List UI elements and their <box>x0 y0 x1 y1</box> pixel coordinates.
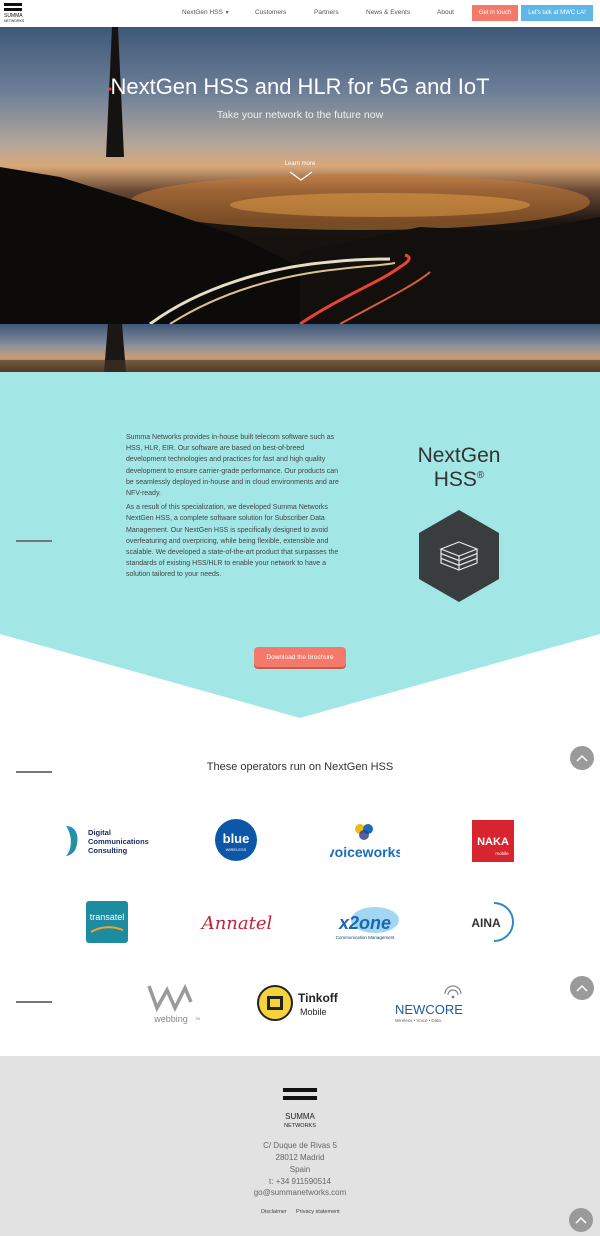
svg-text:Consulting: Consulting <box>88 846 128 855</box>
logo-naka-mobile: NAKA mobile <box>471 819 515 863</box>
svg-text:NAKA: NAKA <box>477 836 509 848</box>
section-divider <box>16 540 52 542</box>
logo-transatel: transatel <box>85 900 129 944</box>
scroll-top-button[interactable] <box>569 1208 593 1232</box>
logo-voiceworks: voiceworks <box>327 820 403 862</box>
footer-logo[interactable] <box>283 1088 317 1104</box>
chevron-up-icon <box>575 1216 587 1224</box>
footer-disclaimer-link[interactable]: Disclaimer <box>261 1209 287 1215</box>
logo-newcore: NEWCORE Wireless • Voice • Data <box>393 984 467 1024</box>
svg-text:Tinkoff: Tinkoff <box>298 991 339 1005</box>
intro-text: Summa Networks provides in-house built t… <box>126 434 339 579</box>
hero-title: NextGen HSS and HLR for 5G and IoT <box>110 74 490 99</box>
footer-privacy-link[interactable]: Privacy statement <box>296 1209 340 1215</box>
scroll-top-button[interactable] <box>570 746 594 770</box>
learn-more-link[interactable]: Learn more <box>0 161 600 167</box>
svg-text:TM: TM <box>195 1017 200 1021</box>
svg-text:webbing: webbing <box>153 1014 188 1024</box>
top-nav: SUMMA NETWORKS NextGen HSS ▼ Customers P… <box>0 0 600 27</box>
product-subtitle: HSS® <box>433 468 485 491</box>
svg-text:WIRELESS: WIRELESS <box>226 847 247 852</box>
intro-section: Summa Networks provides in-house built t… <box>0 372 600 722</box>
svg-text:transatel: transatel <box>90 912 125 922</box>
logo-digital-communications-consulting: Digital Communications Consulting <box>64 822 154 858</box>
hero-strip-image <box>0 324 600 372</box>
svg-text:Communications: Communications <box>88 837 149 846</box>
nav-item-customers[interactable]: Customers <box>255 9 286 16</box>
logo-x2one: x2one Communication Management <box>323 902 407 942</box>
chevron-down-icon: ▼ <box>224 10 230 16</box>
footer-phone[interactable]: t: +34 911590514 <box>0 1177 600 1186</box>
svg-text:x2one: x2one <box>338 913 391 933</box>
chevron-up-icon <box>576 984 588 992</box>
logo-blue-wireless: blue WIRELESS <box>214 818 258 862</box>
svg-text:Mobile: Mobile <box>300 1007 327 1017</box>
section-divider <box>16 771 52 773</box>
nav-item-news-events[interactable]: News & Events <box>366 9 410 16</box>
download-brochure-button[interactable]: Download the brochure <box>254 647 346 667</box>
svg-text:Digital: Digital <box>88 828 111 837</box>
hero-subtitle: Take your network to the future now <box>216 109 384 121</box>
svg-text:Annatel: Annatel <box>200 913 273 934</box>
chevron-down-icon[interactable] <box>289 171 313 181</box>
footer-country: Spain <box>289 1165 311 1174</box>
logo-webbing: webbing TM <box>143 980 203 1026</box>
nav-item-about[interactable]: About <box>437 9 454 16</box>
nav-item-partners[interactable]: Partners <box>314 9 339 16</box>
footer-brand-name: SUMMA <box>285 1112 315 1121</box>
section-divider <box>16 1001 52 1003</box>
footer-address-line2: 28012 Madrid <box>275 1153 325 1162</box>
svg-text:NEWCORE: NEWCORE <box>395 1002 463 1017</box>
svg-text:AINA: AINA <box>471 916 501 930</box>
footer-email[interactable]: go@summanetworks.com <box>0 1188 600 1197</box>
server-stack-icon <box>419 510 499 602</box>
operators-title: These operators run on NextGen HSS <box>206 761 394 773</box>
svg-text:voiceworks: voiceworks <box>330 844 400 860</box>
scroll-top-button[interactable] <box>570 976 594 1000</box>
footer-address-line1: C/ Duque de Rivas 5 <box>263 1141 337 1150</box>
chevron-up-icon <box>576 754 588 762</box>
svg-text:Communication Management: Communication Management <box>336 935 396 940</box>
hero-banner: NextGen HSS and HLR for 5G and IoT Take … <box>0 27 600 324</box>
mwc-la-button[interactable]: Let's talk at MWC LA! <box>521 5 593 21</box>
logo-annatel: Annatel <box>198 904 276 940</box>
summa-logo[interactable]: SUMMA NETWORKS <box>4 3 26 23</box>
get-in-touch-button[interactable]: Get in touch <box>472 5 518 21</box>
svg-text:mobile: mobile <box>495 851 509 856</box>
footer-brand-sub: NETWORKS <box>284 1123 316 1129</box>
nav-item-nextgen-hss[interactable]: NextGen HSS ▼ <box>182 9 230 16</box>
svg-text:blue: blue <box>223 831 250 846</box>
svg-text:Wireless • Voice • Data: Wireless • Voice • Data <box>395 1018 441 1023</box>
site-footer: SUMMA NETWORKS C/ Duque de Rivas 5 28012… <box>0 1056 600 1236</box>
logo-tinkoff-mobile: Tinkoff Mobile <box>256 984 346 1022</box>
logo-aina: AINA <box>462 900 522 944</box>
product-title: NextGen <box>417 444 501 467</box>
